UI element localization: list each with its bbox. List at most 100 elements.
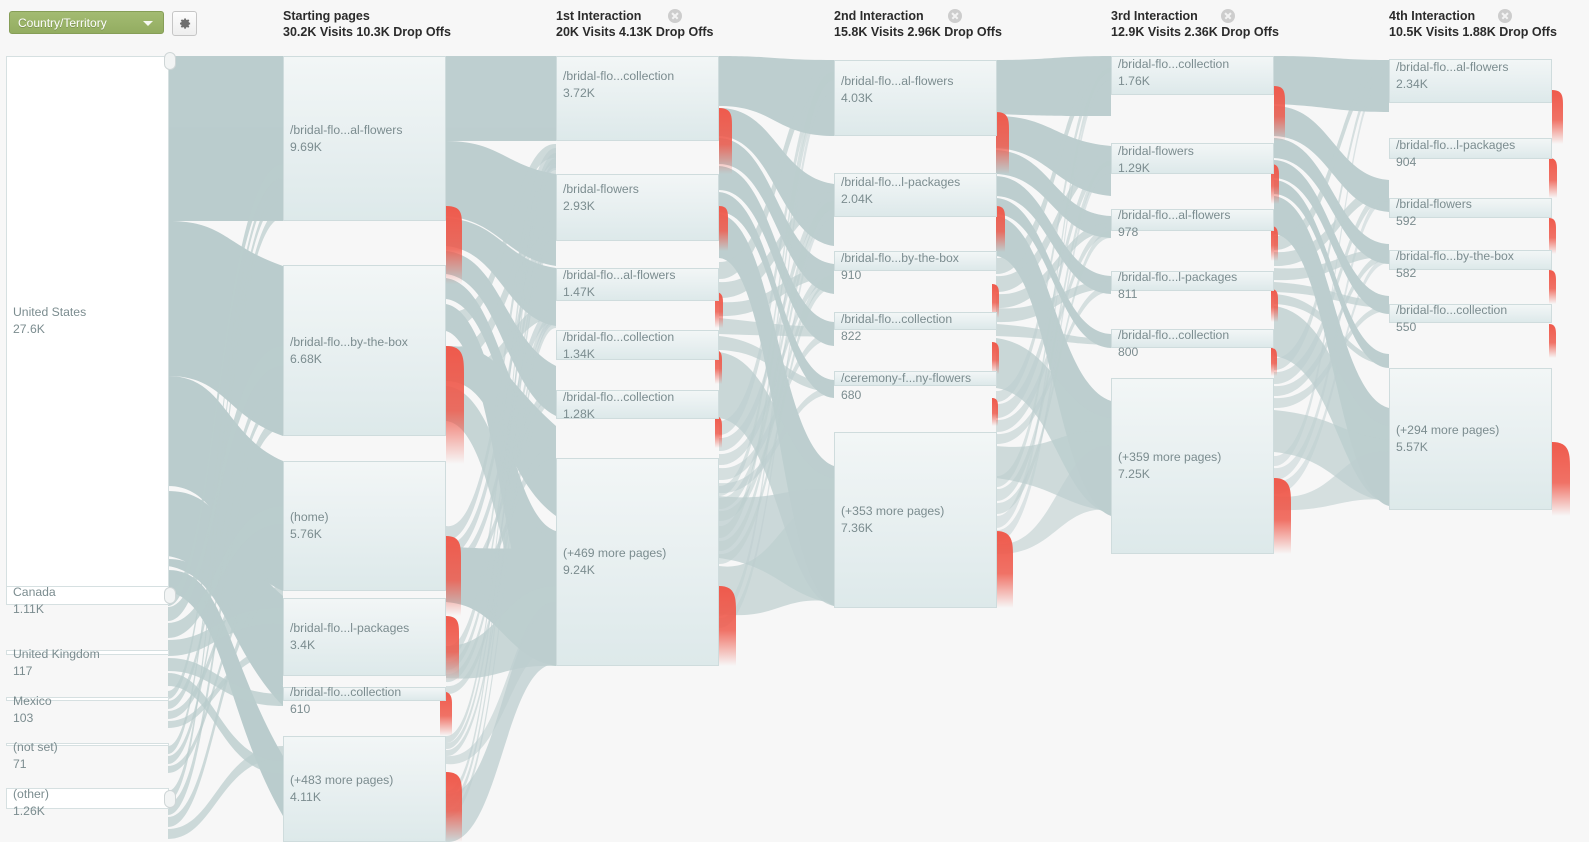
node-label: (other) (13, 787, 49, 801)
node-body (834, 60, 997, 136)
dimension-node-united-kingdom[interactable]: United Kingdom 117 (6, 647, 169, 678)
node-interaction-2-5[interactable]: (+353 more pages) 7.36K (834, 432, 997, 608)
node-interaction-2-2[interactable]: /bridal-flo...by-the-box 910 (834, 251, 997, 282)
dimension-node-mexico[interactable]: Mexico 103 (6, 694, 169, 725)
dropoff-marker[interactable] (446, 206, 462, 284)
dropoff-marker[interactable] (715, 416, 722, 448)
node-body (1389, 59, 1552, 103)
dropoff-marker[interactable] (719, 206, 728, 251)
node-interaction-2-4[interactable]: /ceremony-f...ny-flowers 680 (834, 371, 997, 402)
node-body (1389, 304, 1552, 323)
node-body (283, 687, 446, 701)
node-body (1389, 250, 1552, 270)
node-starting-pages-3[interactable]: /bridal-flo...l-packages 3.4K (283, 598, 446, 676)
dropoff-marker[interactable] (1271, 289, 1278, 322)
settings-button[interactable] (172, 11, 197, 36)
node-handle[interactable] (164, 790, 176, 808)
node-body (283, 736, 446, 842)
node-interaction-1-3[interactable]: /bridal-flo...collection 1.34K (556, 330, 719, 361)
node-interaction-4-1[interactable]: /bridal-flo...l-packages 904 (1389, 138, 1552, 169)
dimension-node-other[interactable]: (other) 1.26K (6, 787, 176, 818)
dropoff-marker[interactable] (996, 112, 1009, 174)
dropoff-marker[interactable] (992, 398, 998, 426)
node-label: (not set) (13, 740, 58, 754)
column-title: 4th Interaction (1389, 9, 1476, 23)
node-interaction-3-0[interactable]: /bridal-flo...collection 1.76K (1111, 56, 1274, 95)
dimension-select[interactable]: Country/Territory (9, 11, 164, 34)
dropoff-marker[interactable] (1274, 86, 1285, 141)
dropoff-marker[interactable] (719, 586, 736, 666)
node-interaction-2-1[interactable]: /bridal-flo...l-packages 2.04K (834, 173, 997, 217)
dropoff-marker[interactable] (1549, 218, 1556, 254)
node-body (556, 330, 719, 360)
node-interaction-2-3[interactable]: /bridal-flo...collection 822 (834, 312, 997, 343)
dimension-node-canada[interactable]: Canada 1.11K (6, 585, 176, 616)
dropoff-marker[interactable] (996, 206, 1005, 252)
dropoff-marker[interactable] (996, 531, 1013, 608)
node-interaction-1-4[interactable]: /bridal-flo...collection 1.28K (556, 390, 719, 421)
node-handle[interactable] (164, 587, 176, 604)
column-title: Starting pages (283, 9, 370, 23)
dropoff-marker[interactable] (446, 536, 461, 616)
node-interaction-2-0[interactable]: /bridal-flo...al-flowers 4.03K (834, 60, 997, 136)
node-body (556, 390, 719, 419)
node-value: 117 (13, 664, 33, 678)
node-body (834, 173, 997, 217)
dropoff-marker[interactable] (1549, 158, 1557, 198)
dropoff-marker[interactable] (1549, 270, 1556, 304)
node-interaction-3-4[interactable]: /bridal-flo...collection 800 (1111, 328, 1274, 359)
dropoff-marker[interactable] (1552, 442, 1570, 516)
dropoff-marker[interactable] (1552, 90, 1563, 144)
close-icon[interactable] (948, 9, 962, 23)
dropoff-marker[interactable] (446, 616, 459, 681)
dimension-node-not-set[interactable]: (not set) 71 (6, 740, 169, 771)
dropoff-marker[interactable] (1549, 324, 1556, 358)
node-interaction-1-2[interactable]: /bridal-flo...al-flowers 1.47K (556, 268, 719, 301)
column-header-4th-interaction: 4th Interaction 10.5K Visits 1.88K Drop … (1389, 8, 1557, 40)
node-body (834, 371, 997, 386)
node-starting-pages-5[interactable]: (+483 more pages) 4.11K (283, 736, 446, 842)
node-handle[interactable] (164, 52, 176, 70)
dropoff-marker[interactable] (992, 342, 999, 374)
dropoff-marker[interactable] (1271, 226, 1278, 261)
node-body (834, 312, 997, 330)
node-starting-pages-4[interactable]: /bridal-flo...collection 610 (283, 685, 446, 716)
flow-group-i2-to-i3 (996, 56, 1111, 555)
node-interaction-3-5[interactable]: (+359 more pages) 7.25K (1111, 378, 1274, 554)
node-interaction-3-3[interactable]: /bridal-flo...l-packages 811 (1111, 270, 1274, 301)
dropoff-marker[interactable] (719, 108, 732, 174)
node-body (556, 268, 719, 301)
node-interaction-1-5[interactable]: (+469 more pages) 9.24K (556, 458, 719, 666)
node-interaction-4-4[interactable]: /bridal-flo...collection 550 (1389, 303, 1552, 334)
node-interaction-1-0[interactable]: /bridal-flo...collection 3.72K (556, 56, 719, 141)
node-interaction-3-1[interactable]: /bridal-flowers 1.29K (1111, 143, 1274, 175)
node-interaction-1-1[interactable]: /bridal-flowers 2.93K (556, 174, 719, 241)
close-icon[interactable] (1498, 9, 1512, 23)
dropoff-marker[interactable] (446, 346, 464, 464)
users-flow-sankey: United States 27.6K Canada 1.11K United … (0, 46, 1589, 842)
node-interaction-4-3[interactable]: /bridal-flo...by-the-box 582 (1389, 249, 1552, 280)
node-starting-pages-2[interactable]: (home) 5.76K (283, 461, 446, 591)
flow-group-dimension-to-start (168, 56, 283, 839)
dropoff-marker[interactable] (446, 772, 462, 842)
node-interaction-4-5[interactable]: (+294 more pages) 5.57K (1389, 368, 1552, 510)
close-icon[interactable] (668, 9, 682, 23)
node-body (556, 174, 719, 241)
node-body (1111, 329, 1274, 348)
node-starting-pages-1[interactable]: /bridal-flo...by-the-box 6.68K (283, 265, 446, 436)
gear-icon (180, 18, 191, 29)
dropoff-marker[interactable] (1271, 348, 1277, 376)
node-interaction-3-2[interactable]: /bridal-flo...al-flowers 978 (1111, 208, 1274, 239)
close-icon[interactable] (1221, 9, 1235, 23)
node-value: 103 (13, 711, 34, 725)
node-body (283, 56, 446, 221)
node-value: 1.11K (13, 602, 44, 616)
dimension-select-label: Country/Territory (18, 16, 107, 30)
column-stats: 12.9K Visits 2.36K Drop Offs (1111, 25, 1279, 39)
node-interaction-4-2[interactable]: /bridal-flowers 592 (1389, 197, 1552, 228)
node-interaction-4-0[interactable]: /bridal-flo...al-flowers 2.34K (1389, 59, 1552, 103)
dropoff-marker[interactable] (1274, 478, 1291, 554)
node-starting-pages-0[interactable]: /bridal-flo...al-flowers 9.69K (283, 56, 446, 221)
dimension-node-united-states[interactable]: United States 27.6K (6, 52, 176, 587)
node-label: United States (13, 304, 87, 319)
